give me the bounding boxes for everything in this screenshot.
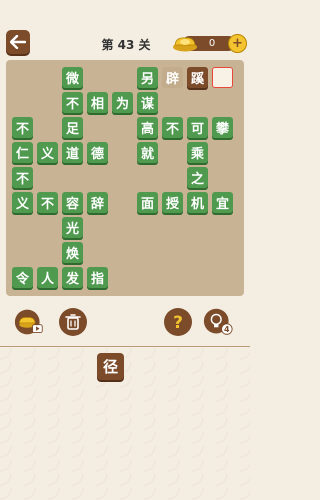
- board-cell[interactable]: 授: [162, 192, 183, 213]
- board-cell[interactable]: 辞: [87, 192, 108, 213]
- lightbulb-icon: 4: [203, 308, 233, 335]
- coin-video-button[interactable]: [14, 307, 44, 337]
- back-button[interactable]: [6, 30, 30, 54]
- board-cell[interactable]: 义: [37, 142, 58, 163]
- coin-count: 0: [208, 38, 216, 49]
- board-cell[interactable]: 不: [162, 117, 183, 138]
- board-cell[interactable]: 面: [137, 192, 158, 213]
- board-cell[interactable]: 指: [87, 267, 108, 288]
- board-cell[interactable]: 仁: [12, 142, 33, 163]
- board-cell[interactable]: 辟: [162, 67, 183, 88]
- board-cell[interactable]: 谋: [137, 92, 158, 113]
- delete-button[interactable]: [58, 307, 88, 337]
- hint-count: 4: [224, 325, 230, 334]
- gold-ingot-icon: [173, 37, 197, 52]
- board-cell[interactable]: 足: [62, 117, 83, 138]
- board-cell[interactable]: 蹊: [187, 67, 208, 88]
- board-cell[interactable]: 相: [87, 92, 108, 113]
- empty-answer-slot[interactable]: [212, 67, 233, 88]
- board-cell[interactable]: 人: [37, 267, 58, 288]
- board-cell[interactable]: 乘: [187, 142, 208, 163]
- answer-tile[interactable]: 径: [97, 353, 124, 380]
- board-cell[interactable]: 不: [62, 92, 83, 113]
- board-cell[interactable]: 微: [62, 67, 83, 88]
- hint-button[interactable]: 4: [203, 307, 233, 337]
- divider: [0, 346, 250, 347]
- board-cell[interactable]: 不: [12, 167, 33, 188]
- trash-icon: [59, 308, 87, 336]
- top-bar: 第 43 关 0 +: [0, 0, 250, 60]
- board-cell[interactable]: 义: [12, 192, 33, 213]
- board-cell[interactable]: 可: [187, 117, 208, 138]
- level-title: 第 43 关: [101, 38, 151, 52]
- board-cell[interactable]: 高: [137, 117, 158, 138]
- board-cell[interactable]: 之: [187, 167, 208, 188]
- board-cell[interactable]: 另: [137, 67, 158, 88]
- gold-ingot-video-icon: [14, 309, 43, 335]
- board-cell[interactable]: 德: [87, 142, 108, 163]
- board-cell[interactable]: 发: [62, 267, 83, 288]
- tool-bar: ? 4: [0, 305, 250, 345]
- board-cell[interactable]: 就: [137, 142, 158, 163]
- board-cell[interactable]: 不: [37, 192, 58, 213]
- help-button[interactable]: ?: [163, 307, 193, 337]
- board-cell[interactable]: 不: [12, 117, 33, 138]
- board-cell[interactable]: 道: [62, 142, 83, 163]
- board-cell[interactable]: 容: [62, 192, 83, 213]
- back-arrow-icon: [10, 35, 26, 49]
- board-cell[interactable]: 焕: [62, 242, 83, 263]
- board-cell[interactable]: 机: [187, 192, 208, 213]
- add-coins-button[interactable]: +: [228, 34, 247, 53]
- board-cell[interactable]: 令: [12, 267, 33, 288]
- svg-text:?: ?: [173, 313, 183, 333]
- board-cell[interactable]: 为: [112, 92, 133, 113]
- puzzle-board: 微另辟蹊不相为谋不足高不可攀仁义道德就乘不之义不容辞面授机宜光焕令人发指: [6, 60, 244, 296]
- coin-counter: 0 +: [172, 34, 247, 53]
- board-cell[interactable]: 攀: [212, 117, 233, 138]
- question-mark-icon: ?: [164, 308, 192, 336]
- background-pattern: [0, 348, 250, 500]
- board-cell[interactable]: 宜: [212, 192, 233, 213]
- board-cell[interactable]: 光: [62, 217, 83, 238]
